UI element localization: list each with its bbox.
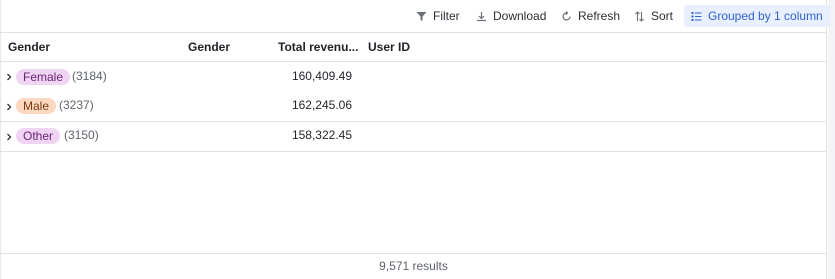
refresh-label: Refresh [578, 9, 621, 23]
sort-button[interactable]: Sort [634, 5, 673, 27]
download-icon [477, 11, 486, 21]
group-total-revenue: 160,409.49 [291, 69, 352, 83]
group-count: (3184) [72, 69, 107, 83]
download-button[interactable]: Download [476, 5, 546, 27]
row-divider [0, 151, 827, 152]
download-label: Download [493, 9, 547, 23]
group-count: (3150) [64, 128, 99, 142]
group-row-other[interactable]: Other (3150) 158,322.45 [0, 122, 827, 151]
group-total-revenue: 158,322.45 [291, 128, 352, 142]
group-total-revenue: 162,245.06 [291, 98, 352, 112]
group-pill: Female [16, 69, 71, 85]
column-header-gender[interactable]: Gender [8, 33, 50, 61]
group-pill: Other [16, 128, 61, 144]
results-count: 9,571 results [379, 259, 448, 273]
group-row-male[interactable]: Male (3237) 162,245.06 [0, 91, 827, 121]
chevron-right-icon[interactable] [6, 73, 12, 81]
sort-icon [635, 10, 644, 22]
column-header-total-revenue[interactable]: Total revenu... [278, 33, 358, 61]
grouped-list-icon [691, 11, 702, 21]
grouped-by-button[interactable]: Grouped by 1 column [684, 5, 830, 27]
group-pill: Male [16, 98, 57, 114]
table-toolbar: Filter Download Refresh Sort Grouped by … [0, 0, 830, 33]
refresh-icon [562, 10, 571, 21]
filter-label: Filter [433, 9, 460, 23]
group-count: (3237) [59, 98, 94, 112]
scrollbar-track[interactable] [828, 0, 835, 279]
chevron-right-icon[interactable] [6, 133, 12, 141]
grouped-by-label: Grouped by 1 column [708, 9, 823, 23]
table-header: Gender Gender Total revenu... User ID [0, 33, 827, 62]
sort-label: Sort [651, 9, 674, 23]
filter-button[interactable]: Filter [416, 5, 460, 27]
refresh-button[interactable]: Refresh [561, 5, 620, 27]
group-row-female[interactable]: Female (3184) 160,409.49 [0, 62, 827, 91]
filter-icon [416, 11, 427, 21]
column-header-gender-2[interactable]: Gender [188, 33, 230, 61]
column-header-user-id[interactable]: User ID [368, 33, 410, 61]
results-footer: 9,571 results [0, 253, 827, 279]
chevron-right-icon[interactable] [6, 103, 12, 111]
